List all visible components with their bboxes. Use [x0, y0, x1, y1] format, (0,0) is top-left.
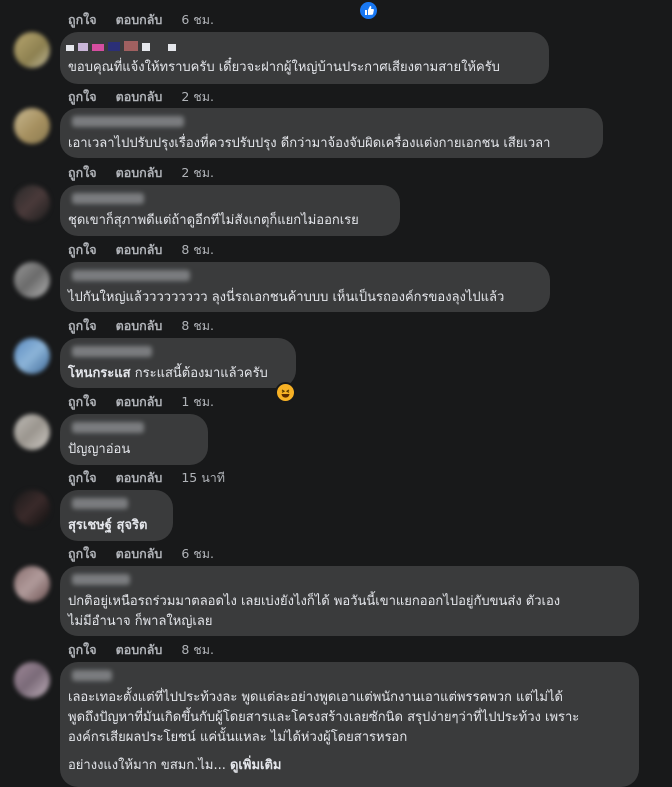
comment-actions: ถูกใจ ตอบกลับ 15 นาที: [68, 468, 244, 488]
haha-reaction-icon[interactable]: [275, 382, 296, 403]
comment-actions: ถูกใจ ตอบกลับ 1 ชม.: [68, 392, 233, 412]
reply-button[interactable]: ตอบกลับ: [116, 242, 163, 257]
like-button[interactable]: ถูกใจ: [68, 642, 97, 657]
see-more-link[interactable]: ดูเพิ่มเติม: [230, 758, 281, 773]
comment-text: ปัญญาอ่อน: [68, 442, 131, 457]
reply-button[interactable]: ตอบกลับ: [116, 546, 163, 561]
reply-button[interactable]: ตอบกลับ: [116, 642, 163, 657]
like-button[interactable]: ถูกใจ: [68, 318, 97, 333]
comment-bubble: ปกติอยู่เหนือรถร่วมมาตลอดไง เลยเบ่งยังไง…: [60, 566, 639, 636]
comment-time[interactable]: 8 ชม.: [181, 242, 214, 257]
reply-button[interactable]: ตอบกลับ: [116, 394, 163, 409]
comment-text: ขอบคุณที่แจ้งให้ทราบครับ เดี๋ยวจะฝากผู้ใ…: [68, 60, 500, 75]
reply-button[interactable]: ตอบกลับ: [116, 89, 163, 104]
reply-button[interactable]: ตอบกลับ: [116, 12, 163, 27]
avatar[interactable]: [14, 490, 50, 526]
like-button[interactable]: ถูกใจ: [68, 12, 97, 27]
like-button[interactable]: ถูกใจ: [68, 242, 97, 257]
comment-actions: ถูกใจ ตอบกลับ 8 ชม.: [68, 240, 233, 260]
comment-text: องค์กรเสียผลประโยชน์ แค่นั้นแหละ ไม่ได้ห…: [68, 730, 408, 745]
like-button[interactable]: ถูกใจ: [68, 546, 97, 561]
reply-button[interactable]: ตอบกลับ: [116, 165, 163, 180]
comment-actions: ถูกใจ ตอบกลับ 2 ชม.: [68, 87, 233, 107]
comment-actions: ถูกใจ ตอบกลับ 8 ชม.: [68, 640, 233, 660]
comment-text: เอาเวลาไปปรับปรุงเรื่องที่ควรปรับปรุง ดี…: [68, 136, 551, 151]
comment-text: ชุดเขาก็สุภาพดีแต่ถ้าดูอีกทีไม่สังเกตุก็…: [68, 213, 359, 228]
comment-bubble: สุรเชษฐ์ สุจริต: [60, 490, 173, 541]
comment-time[interactable]: 1 ชม.: [181, 394, 214, 409]
avatar[interactable]: [14, 662, 50, 698]
commenter-name-redacted: [72, 116, 184, 127]
comment-time[interactable]: 2 ชม.: [181, 165, 214, 180]
comment-text: เลอะเทอะตั้งแต่ที่ไปประท้วงละ พูดแต่ละอย…: [68, 690, 563, 705]
like-button[interactable]: ถูกใจ: [68, 470, 97, 485]
comment-text: พูดถึงปัญหาที่มันเกิดขึ้นกับผู้โดยสารและ…: [68, 710, 580, 725]
comment-actions: ถูกใจ ตอบกลับ 6 ชม.: [68, 544, 233, 564]
comment-text: อย่างงแงให้มาก ขสมก.ไม...: [68, 758, 226, 773]
commenter-name-redacted: [72, 574, 130, 585]
reply-button[interactable]: ตอบกลับ: [116, 318, 163, 333]
commenter-name-redacted: [72, 498, 128, 509]
like-button[interactable]: ถูกใจ: [68, 394, 97, 409]
comment-time[interactable]: 8 ชม.: [181, 318, 214, 333]
comment-bubble: ไปกันใหญ่แล้ววววววววว ลุงนี่รถเอกชนค้าบบ…: [60, 262, 550, 312]
commenter-name-redacted: [72, 670, 112, 681]
commenter-name-redacted: [72, 422, 144, 433]
commenter-name-redacted: [72, 270, 190, 281]
comment-text: ไปกันใหญ่แล้ววววววววว ลุงนี่รถเอกชนค้าบบ…: [68, 290, 505, 305]
commenter-name-redacted: [72, 346, 152, 357]
comment-actions: ถูกใจ ตอบกลับ 8 ชม.: [68, 316, 233, 336]
avatar[interactable]: [14, 108, 50, 144]
mentioned-page-tag[interactable]: โหนกระแส: [68, 366, 131, 381]
comment-bubble: ปัญญาอ่อน: [60, 414, 208, 465]
reply-button[interactable]: ตอบกลับ: [116, 470, 163, 485]
comment-text: ไม่มีอำนาจ ก็พาลใหญ่เลย: [68, 614, 213, 629]
comment-bubble: ชุดเขาก็สุภาพดีแต่ถ้าดูอีกทีไม่สังเกตุก็…: [60, 185, 400, 236]
avatar[interactable]: [14, 414, 50, 450]
like-reaction-icon[interactable]: [358, 0, 379, 21]
avatar[interactable]: [14, 32, 50, 68]
mentioned-user-tag[interactable]: สุรเชษฐ์ สุจริต: [68, 518, 147, 533]
avatar[interactable]: [14, 262, 50, 298]
comment-time[interactable]: 2 ชม.: [181, 89, 214, 104]
like-button[interactable]: ถูกใจ: [68, 89, 97, 104]
comment-text: ปกติอยู่เหนือรถร่วมมาตลอดไง เลยเบ่งยังไง…: [68, 594, 561, 609]
comment-actions: ถูกใจ ตอบกลับ 2 ชม.: [68, 163, 233, 183]
like-button[interactable]: ถูกใจ: [68, 165, 97, 180]
comment-time[interactable]: 6 ชม.: [181, 546, 214, 561]
comment-bubble: เลอะเทอะตั้งแต่ที่ไปประท้วงละ พูดแต่ละอย…: [60, 662, 639, 787]
comment-time[interactable]: 8 ชม.: [181, 642, 214, 657]
avatar[interactable]: [14, 338, 50, 374]
avatar[interactable]: [14, 185, 50, 221]
comment-text: กระแสนี้ต้องมาแล้วครับ: [134, 366, 268, 381]
comment-bubble: เอาเวลาไปปรับปรุงเรื่องที่ควรปรับปรุง ดี…: [60, 108, 603, 158]
commenter-name-redacted: [72, 193, 144, 204]
comment-bubble: ขอบคุณที่แจ้งให้ทราบครับ เดี๋ยวจะฝากผู้ใ…: [60, 32, 549, 84]
comment-bubble: โหนกระแส กระแสนี้ต้องมาแล้วครับ: [60, 338, 296, 388]
comment-time[interactable]: 6 ชม.: [181, 12, 214, 27]
comment-actions: ถูกใจ ตอบกลับ 6 ชม.: [68, 10, 233, 30]
comment-time[interactable]: 15 นาที: [181, 470, 225, 485]
commenter-name-redacted: [66, 41, 176, 51]
avatar[interactable]: [14, 566, 50, 602]
